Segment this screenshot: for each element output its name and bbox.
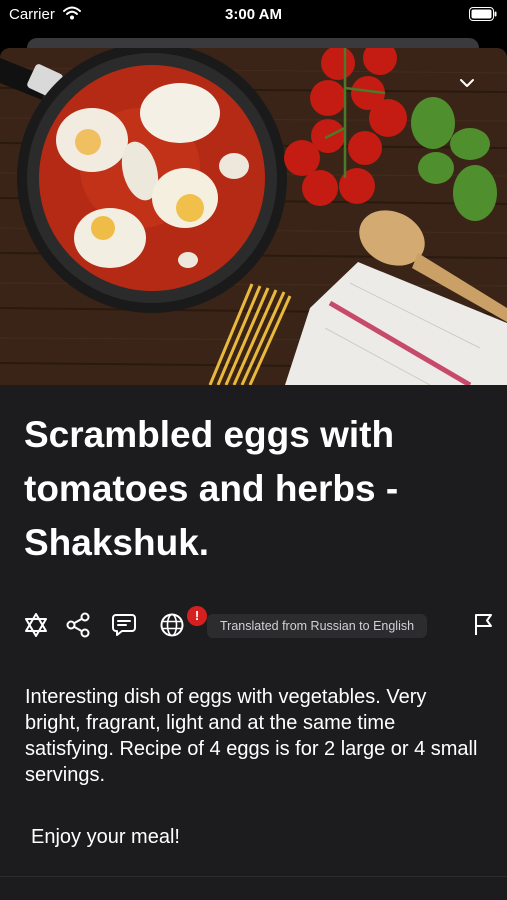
recipe-signoff: Enjoy your meal!	[31, 826, 180, 848]
recipe-title: Scrambled eggs with tomatoes and herbs -…	[24, 414, 399, 563]
star-of-david-icon[interactable]	[23, 612, 49, 638]
recipe-photo	[0, 48, 507, 385]
translation-notice[interactable]: Translated from Russian to English	[207, 614, 428, 638]
section-divider	[0, 876, 507, 877]
comment-icon[interactable]	[111, 612, 137, 638]
flag-icon[interactable]	[471, 612, 497, 638]
recipe-description: Interesting dish of eggs with vegetables…	[25, 686, 478, 786]
globe-icon[interactable]	[159, 612, 185, 638]
status-time: 3:00 AM	[225, 6, 282, 23]
collapse-chevron-icon[interactable]	[459, 78, 475, 88]
battery-icon	[469, 7, 497, 21]
status-bar: Carrier 3:00 AM	[0, 0, 507, 30]
translation-warning-badge[interactable]: !	[187, 606, 207, 626]
share-icon[interactable]	[65, 612, 91, 638]
